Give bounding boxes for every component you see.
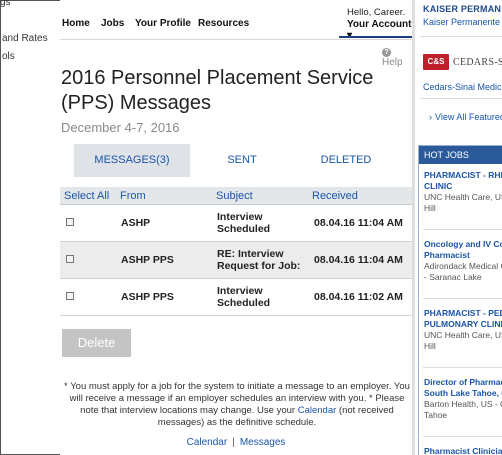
view-all-label: View All Featured	[435, 112, 502, 122]
cedars-sinai-badge: C&S	[423, 54, 449, 70]
footer-calendar-link[interactable]: Calendar	[187, 437, 228, 448]
top-navigation: Home Jobs Your Profile Resources Hello, …	[60, 0, 412, 41]
divider	[423, 436, 502, 437]
divider	[423, 298, 502, 299]
job-employer: Tahoe	[424, 410, 448, 420]
tab-deleted[interactable]: DELETED	[302, 144, 390, 177]
footer-links: Calendar | Messages	[60, 437, 412, 448]
help-label: Help	[382, 57, 403, 68]
job-employer: Hill	[424, 203, 436, 213]
message-from[interactable]: ASHP PPS	[121, 291, 174, 303]
message-received: 08.04.16 11:04 AM	[314, 254, 403, 266]
tab-sent[interactable]: SENT	[200, 144, 284, 177]
tab-messages[interactable]: MESSAGES(3)	[74, 144, 190, 177]
job-employer: Hill	[424, 341, 436, 351]
hot-job-item[interactable]: Oncology and IV Com Pharmacist Adirondac…	[424, 239, 502, 283]
nav-your-profile[interactable]: Your Profile	[135, 18, 191, 29]
nav-jobs[interactable]: Jobs	[101, 18, 124, 29]
nav-home[interactable]: Home	[62, 18, 90, 29]
cedars-sinai-wordmark: CEDARS-S	[453, 57, 502, 68]
message-subject[interactable]: Interview Scheduled	[217, 211, 312, 235]
job-title[interactable]: PULMONARY CLINIC	[424, 319, 502, 330]
table-row[interactable]: ASHP PPS RE: Interview Request for Job: …	[60, 242, 412, 279]
left-sidebar-item[interactable]: and Rates	[2, 33, 48, 44]
left-sidebar-item[interactable]: gs	[0, 0, 11, 8]
message-subject[interactable]: Interview Scheduled	[217, 285, 312, 309]
divider	[423, 229, 502, 230]
account-active-indicator	[339, 36, 412, 38]
divider	[423, 367, 502, 368]
help-link[interactable]: ?Help	[382, 46, 412, 68]
footer-messages-link[interactable]: Messages	[240, 437, 286, 448]
chevron-right-icon: ›	[429, 112, 432, 122]
page-date: December 4-7, 2016	[61, 120, 180, 135]
hot-job-item[interactable]: Director of Pharmacy South Lake Tahoe, C…	[424, 377, 502, 421]
help-icon: ?	[382, 48, 391, 57]
table-row[interactable]: ASHP Interview Scheduled 08.04.16 11:04 …	[60, 205, 412, 242]
job-title[interactable]: Oncology and IV Com	[424, 239, 502, 250]
message-subject[interactable]: RE: Interview Request for Job:	[217, 248, 312, 272]
note-calendar-link[interactable]: Calendar	[298, 405, 337, 416]
row-checkbox[interactable]	[66, 292, 74, 300]
messages-table: Select All From Subject Received ASHP In…	[60, 187, 412, 316]
hot-job-item[interactable]: PHARMACIST - PEDIA PULMONARY CLINIC UNC …	[424, 308, 502, 352]
nav-resources[interactable]: Resources	[198, 18, 249, 29]
select-all-link[interactable]: Select All	[64, 190, 109, 202]
table-row[interactable]: ASHP PPS Interview Scheduled 08.04.16 11…	[60, 279, 412, 316]
user-greeting: Hello, Career.	[347, 7, 406, 18]
job-employer: Adirondack Medical Ce	[424, 261, 502, 271]
kaiser-permanente-logo[interactable]: KAISER PERMAN	[423, 4, 501, 14]
job-title[interactable]: South Lake Tahoe, Ca	[424, 388, 502, 399]
message-tabs: MESSAGES(3) SENT DELETED	[74, 144, 404, 177]
row-checkbox[interactable]	[66, 218, 74, 226]
row-checkbox[interactable]	[66, 255, 74, 263]
job-title[interactable]: PHARMACIST - RHEUM	[424, 170, 502, 181]
left-sidebar-item[interactable]: ols	[2, 51, 15, 62]
employer-link-kaiser[interactable]: Kaiser Permanente	[423, 17, 500, 27]
divider	[420, 98, 502, 99]
page-title: 2016 Personnel Placement Service (PPS) M…	[61, 67, 374, 114]
hot-job-item[interactable]: PHARMACIST - RHEUM CLINIC UNC Health Car…	[424, 170, 502, 214]
view-all-featured-link[interactable]: › View All Featured	[429, 112, 502, 122]
message-from[interactable]: ASHP PPS	[121, 254, 174, 266]
job-title[interactable]: CLINIC	[424, 181, 502, 192]
left-sidebar: gs and Rates ols	[0, 0, 60, 455]
footer-separator: |	[232, 437, 235, 448]
hot-jobs-panel: HOT JOBS PHARMACIST - RHEUM CLINIC UNC H…	[418, 145, 502, 455]
job-employer: - Saranac Lake	[424, 272, 482, 282]
message-received: 08.04.16 11:02 AM	[314, 291, 403, 303]
hot-jobs-heading: HOT JOBS	[419, 146, 502, 164]
job-title[interactable]: PHARMACIST - PEDIA	[424, 308, 502, 319]
job-title[interactable]: Director of Pharmacy	[424, 377, 502, 388]
employer-link-cedars-sinai[interactable]: Cedars-Sinai Medical C	[423, 82, 502, 92]
column-header-received[interactable]: Received	[312, 190, 358, 202]
job-employer: UNC Health Care, US -	[424, 192, 502, 202]
hot-job-item[interactable]: Pharmacist Clinician	[424, 446, 502, 455]
main-panel: Home Jobs Your Profile Resources Hello, …	[60, 0, 412, 455]
right-sidebar: KAISER PERMAN Kaiser Permanente C&S CEDA…	[415, 0, 502, 455]
divider	[420, 36, 502, 37]
message-from[interactable]: ASHP	[121, 217, 150, 229]
job-title[interactable]: Pharmacist	[424, 250, 502, 261]
job-employer: UNC Health Care, US -	[424, 330, 502, 340]
table-header: Select All From Subject Received	[60, 187, 412, 205]
job-employer: Barton Health, US - CA	[424, 399, 502, 409]
job-title[interactable]: Pharmacist Clinician	[424, 446, 502, 455]
column-header-subject[interactable]: Subject	[216, 190, 253, 202]
delete-button[interactable]: Delete	[62, 329, 131, 357]
column-header-from[interactable]: From	[120, 190, 146, 202]
message-received: 08.04.16 11:04 AM	[314, 217, 403, 229]
interview-note: * You must apply for a job for the syste…	[62, 381, 412, 429]
cedars-sinai-logo[interactable]: C&S CEDARS-S	[423, 54, 502, 72]
